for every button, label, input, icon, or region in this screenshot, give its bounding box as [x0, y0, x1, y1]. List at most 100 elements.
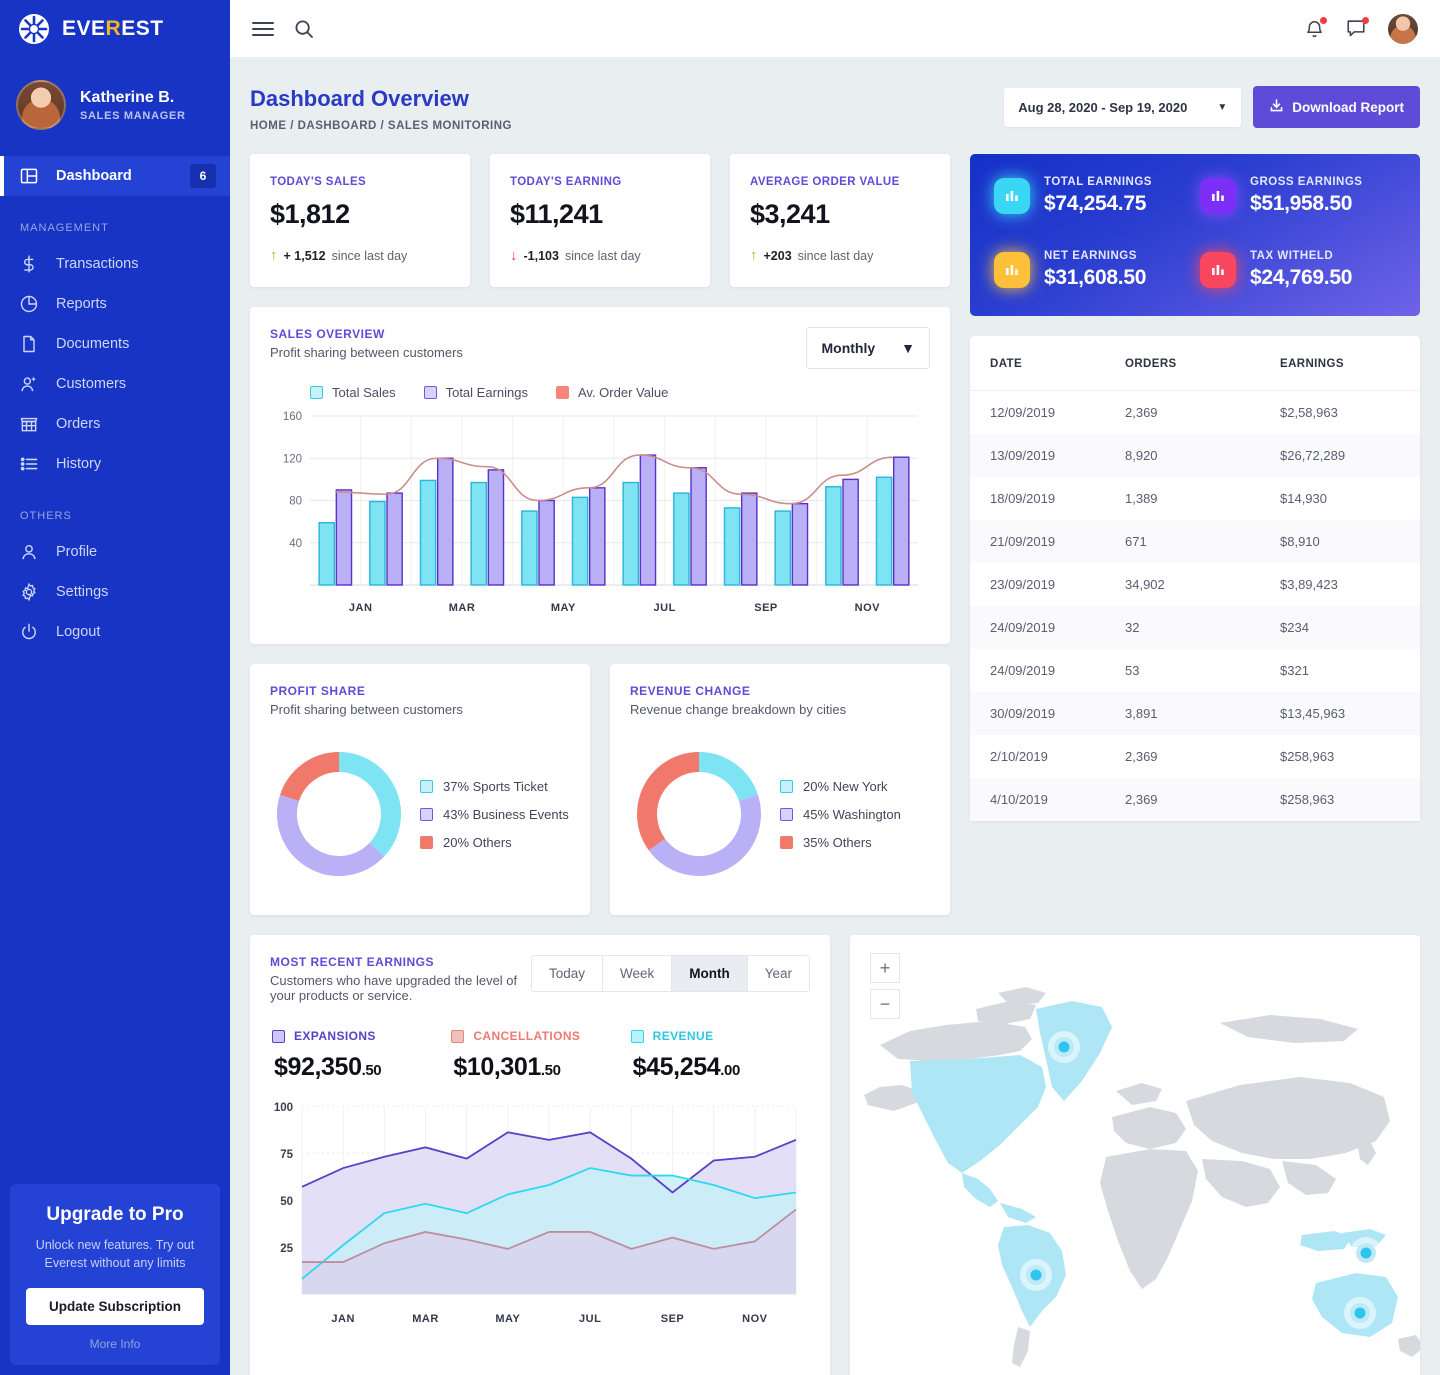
- earnings-value: $31,608.50: [1044, 266, 1147, 289]
- bar-chart-icon: [1200, 178, 1236, 214]
- metric-value-cents: .50: [540, 1062, 561, 1079]
- sidebar-item-label: Logout: [56, 624, 101, 640]
- svg-text:100: 100: [274, 1102, 293, 1114]
- bell-icon[interactable]: [1305, 16, 1327, 39]
- kpi-value: $11,241: [510, 199, 603, 229]
- profit-share-legend: 37% Sports Ticket 43% Business Events 20…: [420, 779, 569, 850]
- date-range-picker[interactable]: Aug 28, 2020 - Sep 19, 2020 ▼: [1004, 87, 1242, 127]
- sidebar-item-settings[interactable]: Settings: [0, 572, 230, 612]
- cell-earnings: $26,72,289: [1280, 448, 1346, 463]
- list-icon: [18, 453, 40, 475]
- arrow-up-icon: ↑: [270, 247, 278, 264]
- cell-earnings: $258,963: [1280, 749, 1335, 764]
- download-report-label: Download Report: [1292, 99, 1404, 115]
- legend-swatch: [272, 1029, 285, 1043]
- legend-label: Av. Order Value: [577, 385, 669, 400]
- kpi-card-todays-earning: TODAY'S EARNING $11,241 ↓ -1,103 since las…: [490, 154, 710, 287]
- cell-date: 18/09/2019: [990, 491, 1056, 506]
- table-row: 24/09/2019 32 $234: [970, 606, 1420, 649]
- plus-icon[interactable]: +: [870, 953, 900, 983]
- kpi-card-average-order-value: AVERAGE ORDER VALUE $3,241 ↑ +203 since la…: [730, 154, 950, 287]
- cell-orders: 53: [1125, 663, 1140, 678]
- earnings-label: TAX WITHELD: [1250, 250, 1334, 262]
- kpi-label: TODAY'S EARNING: [510, 176, 622, 188]
- tab-today[interactable]: Today: [531, 956, 603, 991]
- minus-icon[interactable]: −: [870, 989, 900, 1019]
- kpi-value: $3,241: [750, 199, 830, 229]
- world-map[interactable]: [850, 935, 1420, 1375]
- cell-earnings: $2,58,963: [1280, 405, 1338, 420]
- svg-text:75: 75: [280, 1149, 293, 1161]
- kpi-delta-suffix: since last day: [797, 248, 874, 263]
- sales-overview-legend: Total Sales Total Earnings Av. Order Val…: [250, 369, 950, 404]
- search-icon[interactable]: [294, 19, 314, 39]
- tab-week[interactable]: Week: [602, 956, 673, 991]
- sidebar-item-dashboard[interactable]: Dashboard 6: [0, 156, 230, 196]
- app-root: EVEREST Katherine B. SALES MANAGER Dashb…: [0, 0, 1440, 1375]
- legend-swatch: [780, 835, 793, 849]
- sidebar-item-customers[interactable]: Customers: [0, 364, 230, 404]
- message-icon[interactable]: [1346, 17, 1369, 38]
- table-row: 12/09/2019 2,369 $2,58,963: [970, 391, 1420, 435]
- card-subtitle: Profit sharing between customers: [270, 702, 463, 717]
- recent-metrics: EXPANSIONS $92,350.50 CANCELLATIONS $10,…: [250, 1003, 830, 1082]
- metric-value-main: $45,254: [632, 1053, 721, 1081]
- date-range-value: Aug 28, 2020 - Sep 19, 2020: [1018, 99, 1188, 115]
- earnings-item-total: TOTAL EARNINGS $74,254.75: [994, 176, 1190, 216]
- sidebar-item-orders[interactable]: Orders: [0, 404, 230, 444]
- earnings-value: $74,254.75: [1044, 192, 1147, 215]
- sidebar-profile[interactable]: Katherine B. SALES MANAGER: [0, 58, 230, 156]
- card-title: PROFIT SHARE: [270, 684, 366, 698]
- download-icon: [1269, 98, 1284, 116]
- cell-date: 4/10/2019: [990, 792, 1048, 807]
- period-tabs: Today Week Month Year: [530, 955, 810, 992]
- kpi-label: TODAY'S SALES: [270, 176, 367, 188]
- user-icon: [18, 541, 40, 563]
- map-zoom-controls: + −: [870, 953, 900, 1019]
- user-avatar[interactable]: [1388, 13, 1418, 44]
- metric-label: REVENUE: [652, 1029, 714, 1043]
- update-subscription-button[interactable]: Update Subscription: [26, 1288, 204, 1325]
- legend-swatch: [420, 835, 433, 849]
- metric-value-main: $10,301: [453, 1053, 541, 1081]
- download-report-button[interactable]: Download Report: [1253, 86, 1420, 128]
- svg-text:NOV: NOV: [855, 602, 881, 614]
- tab-month[interactable]: Month: [672, 956, 748, 991]
- more-info-link[interactable]: More Info: [26, 1337, 204, 1351]
- page-title: Dashboard Overview: [250, 86, 469, 111]
- dashboard-badge: 6: [190, 164, 216, 188]
- cell-earnings: $258,963: [1280, 792, 1335, 807]
- sidebar-item-reports[interactable]: Reports: [0, 284, 230, 324]
- page-header: Dashboard Overview HOME / DASHBOARD / SA…: [230, 58, 1440, 132]
- earnings-item-net: NET EARNINGS $31,608.50: [994, 250, 1190, 290]
- kpi-label: AVERAGE ORDER VALUE: [750, 176, 900, 188]
- nav-section-management: MANAGEMENT: [20, 222, 109, 234]
- sidebar-item-profile[interactable]: Profile: [0, 532, 230, 572]
- kpi-delta: ↑ +203 since last day: [750, 248, 930, 263]
- brand[interactable]: EVEREST: [0, 0, 230, 58]
- tab-year[interactable]: Year: [747, 956, 809, 991]
- hamburger-menu-icon[interactable]: [252, 20, 274, 38]
- store-icon: [18, 413, 40, 435]
- message-dot: [1362, 17, 1369, 24]
- cell-date: 30/09/2019: [990, 706, 1056, 721]
- period-select[interactable]: Monthly ▼: [806, 327, 930, 369]
- upgrade-panel: Upgrade to Pro Unlock new features. Try …: [10, 1183, 220, 1365]
- table-row: 30/09/2019 3,891 $13,45,963: [970, 692, 1420, 735]
- sidebar-item-documents[interactable]: Documents: [0, 324, 230, 364]
- sidebar: EVEREST Katherine B. SALES MANAGER Dashb…: [0, 0, 230, 1375]
- sidebar-item-label: Reports: [56, 296, 107, 312]
- sidebar-item-transactions[interactable]: Transactions: [0, 244, 230, 284]
- kpi-delta-suffix: since last day: [331, 248, 408, 263]
- earnings-label: GROSS EARNINGS: [1250, 176, 1363, 188]
- sidebar-item-history[interactable]: History: [0, 444, 230, 484]
- legend-item: 35% Others: [780, 835, 901, 850]
- sidebar-item-logout[interactable]: Logout: [0, 612, 230, 652]
- legend-swatch: [420, 807, 433, 821]
- legend-label: 35% Others: [803, 834, 872, 850]
- svg-text:JAN: JAN: [331, 1313, 355, 1325]
- column-header-date: DATE: [970, 336, 1125, 391]
- sidebar-item-label: Profile: [56, 544, 98, 560]
- bar-chart-icon: [994, 178, 1030, 214]
- table-row: 24/09/2019 53 $321: [970, 649, 1420, 692]
